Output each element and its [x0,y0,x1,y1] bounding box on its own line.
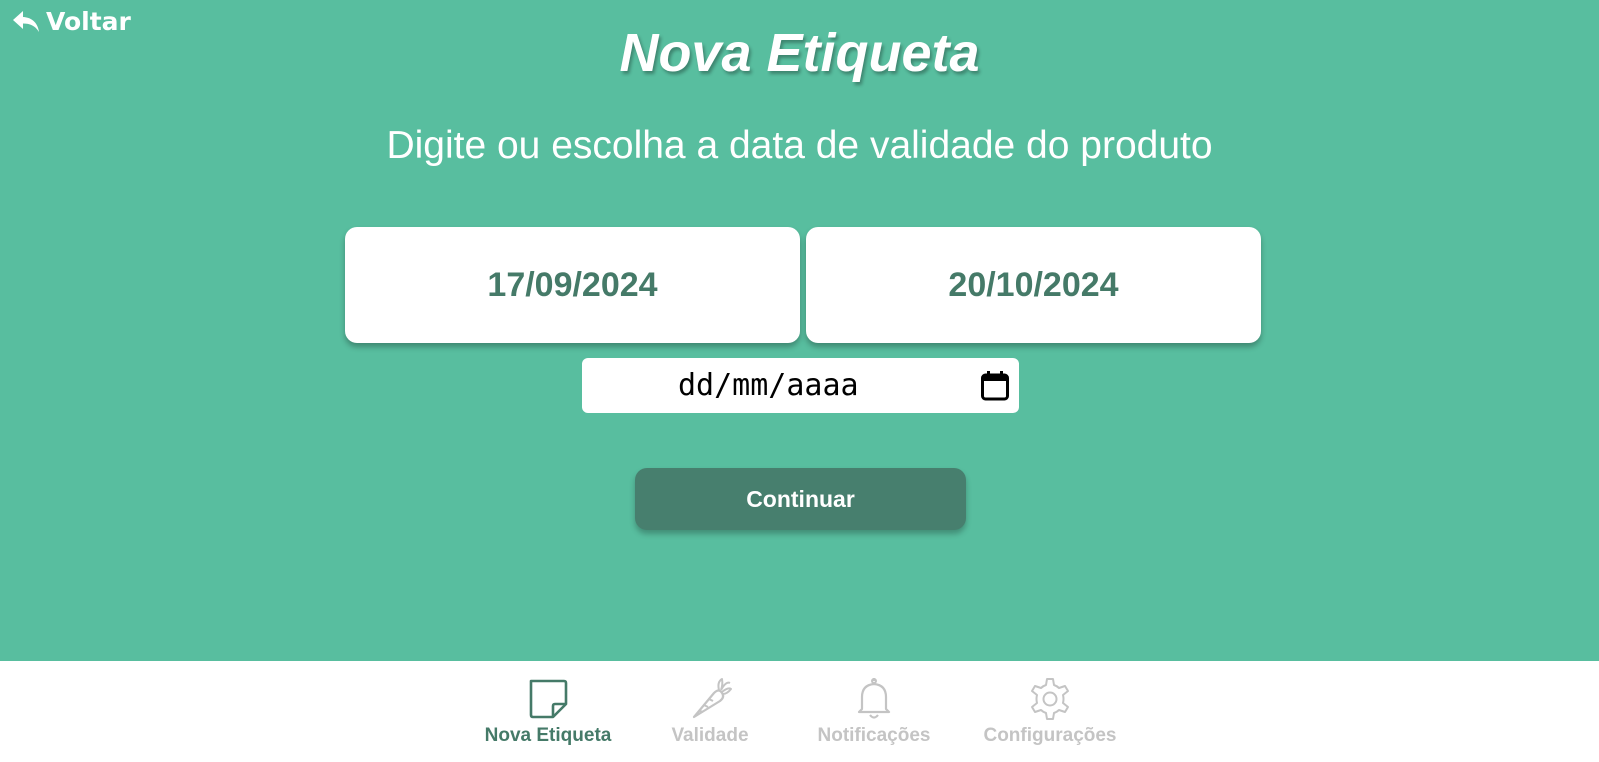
bell-icon [857,678,891,719]
date-input[interactable]: dd/mm/aaaa [582,358,1019,413]
page-subtitle: Digite ou escolha a data de validade do … [386,124,1213,167]
calendar-icon[interactable] [980,370,1010,402]
bottom-nav: Nova Etiqueta Validade Notificações Conf… [0,661,1599,762]
nav-label-validade: Validade [671,725,749,746]
nav-item-notificacoes[interactable]: Notificações [794,661,954,762]
nav-item-nova-etiqueta[interactable]: Nova Etiqueta [470,661,626,762]
page-title: Nova Etiqueta [619,23,980,83]
nav-label-configuracoes: Configurações [983,725,1117,746]
nav-item-configuracoes[interactable]: Configurações [965,661,1135,762]
date-option-2[interactable]: 20/10/2024 [806,227,1261,343]
gear-icon [1031,678,1069,720]
date-input-placeholder: dd/mm/aaaa [678,368,859,403]
sticky-note-icon [529,679,568,719]
main-panel: Voltar Nova Etiqueta Digite ou escolha a… [0,0,1599,661]
nav-label-nova-etiqueta: Nova Etiqueta [484,725,612,746]
carrot-icon [692,678,732,719]
nav-label-notificacoes: Notificações [817,725,931,746]
nav-item-validade[interactable]: Validade [650,661,770,762]
continue-button[interactable]: Continuar [635,468,966,530]
date-option-1[interactable]: 17/09/2024 [345,227,800,343]
